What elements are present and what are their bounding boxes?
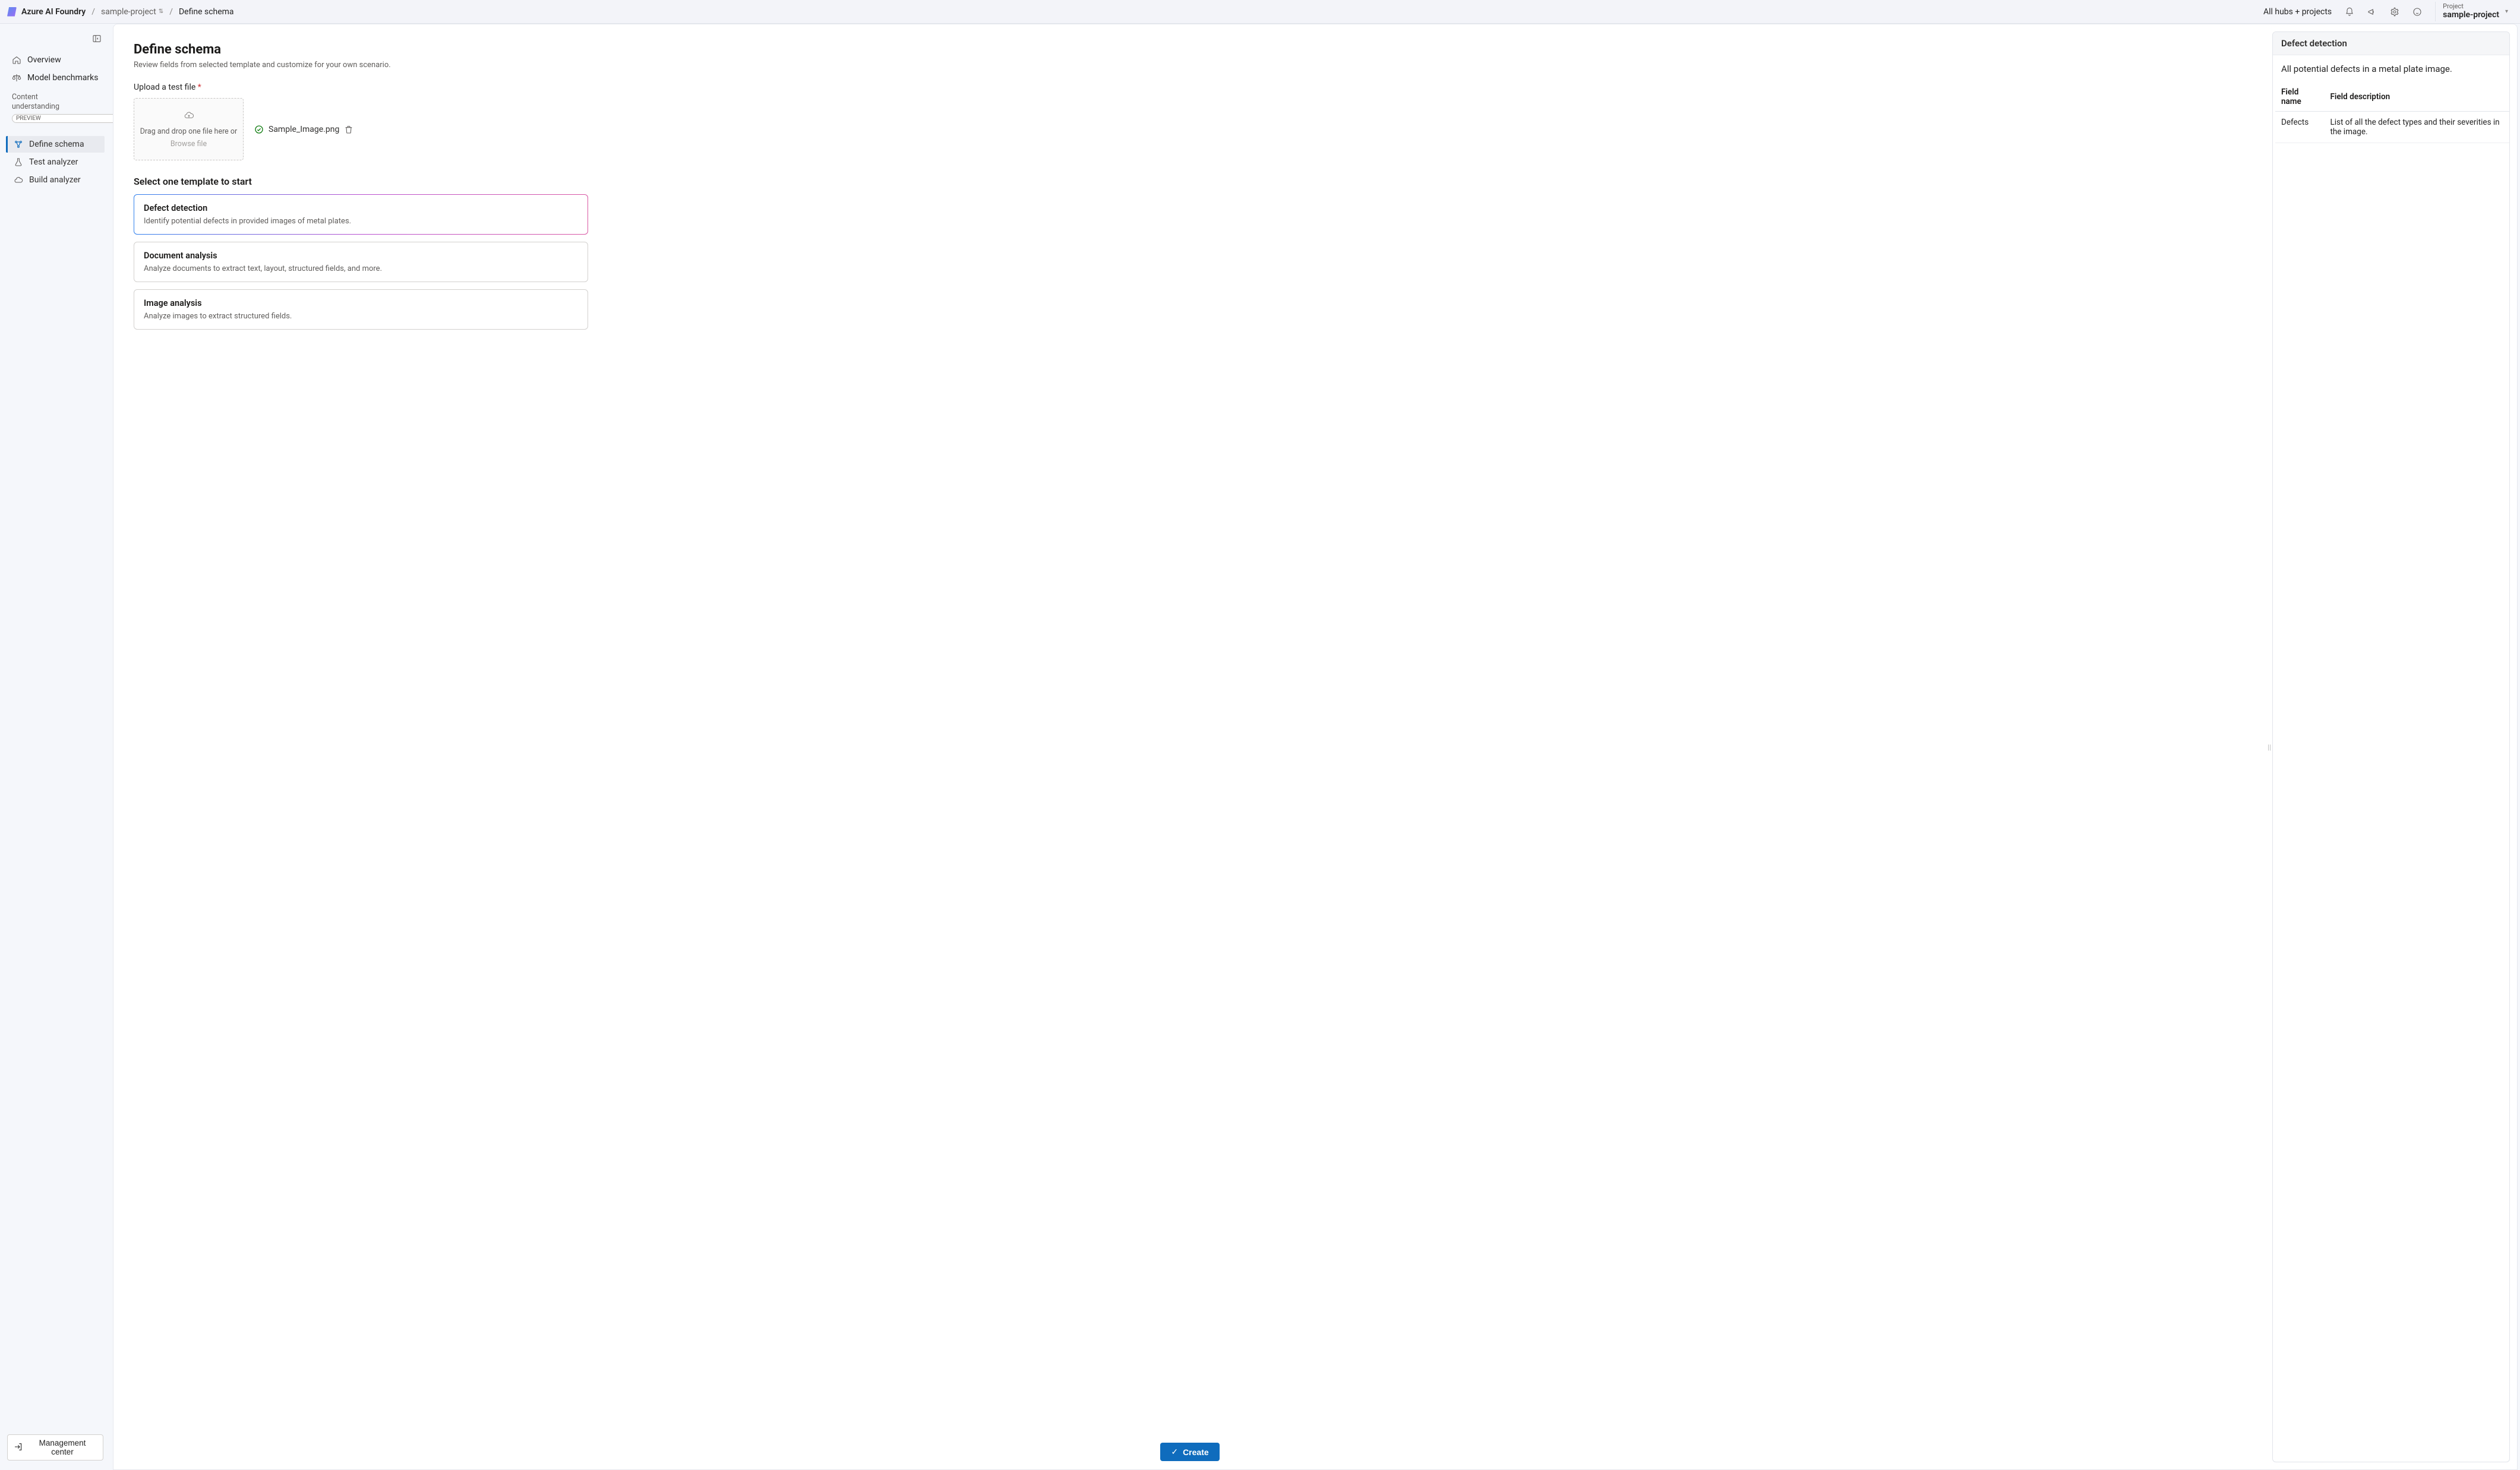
panel-splitter[interactable]: || [2266, 24, 2272, 1469]
template-title: Defect detection [144, 203, 578, 213]
page-title: Define schema [134, 42, 2246, 57]
table-row: DefectsList of all the defect types and … [2275, 112, 2510, 143]
sidebar-item-label: Overview [27, 55, 61, 65]
sidebar: Overview Model benchmarks Content unders… [0, 24, 113, 1470]
template-description: Identify potential defects in provided i… [144, 217, 578, 226]
preview-description: All potential defects in a metal plate i… [2273, 55, 2509, 79]
template-card[interactable]: Image analysis Analyze images to extract … [134, 289, 588, 330]
collapse-sidebar-button[interactable] [89, 31, 105, 46]
brand-name: Azure AI Foundry [21, 7, 86, 17]
preview-fields-table: Field name Field description DefectsList… [2275, 83, 2510, 143]
success-check-icon [254, 125, 264, 134]
chevron-updown-icon: ⇅ [159, 8, 163, 15]
sidebar-item-label: Test analyzer [29, 157, 78, 167]
page-subtitle: Review fields from selected template and… [134, 61, 2246, 69]
create-button-label: Create [1183, 1447, 1209, 1457]
flask-icon [14, 157, 23, 167]
brand[interactable]: Azure AI Foundry [7, 7, 86, 17]
project-switcher-value: sample-project [2443, 10, 2499, 20]
check-icon: ✓ [1171, 1447, 1178, 1457]
content-area: Define schema Review fields from selecte… [113, 24, 2266, 1469]
template-card[interactable]: Document analysis Analyze documents to ex… [134, 242, 588, 282]
sidebar-item-label: Define schema [29, 140, 84, 149]
schema-icon [14, 140, 23, 149]
brand-logo-icon [7, 7, 17, 17]
sidebar-item-label: Model benchmarks [27, 73, 98, 83]
sidebar-item-benchmarks[interactable]: Model benchmarks [6, 69, 105, 86]
sidebar-item-label: Build analyzer [29, 175, 81, 185]
breadcrumb-current: Define schema [179, 7, 234, 17]
template-title: Image analysis [144, 298, 578, 308]
management-center-button[interactable]: Management center [7, 1434, 103, 1460]
cell-field-name: Defects [2275, 112, 2324, 143]
col-field-desc: Field description [2324, 83, 2510, 112]
management-center-label: Management center [28, 1439, 97, 1456]
sidebar-item-overview[interactable]: Overview [6, 52, 105, 68]
dropzone-text: Drag and drop one file here or [140, 127, 238, 136]
sidebar-item-test-analyzer[interactable]: Test analyzer [6, 154, 105, 170]
file-dropzone[interactable]: Drag and drop one file here or Browse fi… [134, 98, 244, 160]
sidebar-item-define-schema[interactable]: Define schema [6, 136, 105, 153]
project-switcher[interactable]: Project sample-project ▾ [2435, 2, 2513, 21]
sidebar-group-content-understanding[interactable]: Content understanding PREVIEW ˄ [2, 87, 108, 135]
preview-panel: Defect detection All potential defects i… [2272, 31, 2510, 1462]
top-bar: Azure AI Foundry / sample-project ⇅ / De… [0, 0, 2520, 24]
breadcrumb-sep: / [169, 7, 173, 17]
chevron-down-icon: ▾ [2505, 8, 2508, 15]
cell-field-desc: List of all the defect types and their s… [2324, 112, 2510, 143]
browse-file-link[interactable]: Browse file [170, 140, 207, 148]
breadcrumb-sep: / [91, 7, 95, 17]
preview-title: Defect detection [2273, 32, 2509, 55]
exit-icon [14, 1442, 23, 1453]
upload-label: Upload a test file * [134, 83, 2246, 92]
template-description: Analyze images to extract structured fie… [144, 312, 578, 321]
breadcrumb-project[interactable]: sample-project ⇅ [101, 7, 163, 17]
uploaded-file-chip: Sample_Image.png [254, 125, 353, 134]
project-switcher-label: Project [2443, 3, 2499, 10]
announce-icon[interactable] [2364, 4, 2380, 20]
notifications-icon[interactable] [2341, 4, 2358, 20]
sidebar-item-build-analyzer[interactable]: Build analyzer [6, 172, 105, 188]
cloud-build-icon [14, 175, 23, 185]
upload-cloud-icon [182, 110, 195, 124]
col-field-name: Field name [2275, 83, 2324, 112]
home-icon [12, 55, 21, 65]
main-panel: Define schema Review fields from selecte… [113, 24, 2518, 1470]
all-hubs-link[interactable]: All hubs + projects [2263, 7, 2332, 17]
scales-icon [12, 73, 21, 83]
settings-icon[interactable] [2386, 4, 2403, 20]
delete-file-button[interactable] [344, 125, 353, 134]
template-card[interactable]: Defect detection Identify potential defec… [134, 194, 588, 235]
create-button[interactable]: ✓ Create [1160, 1443, 1219, 1461]
templates-heading: Select one template to start [134, 176, 2246, 187]
feedback-icon[interactable] [2409, 4, 2426, 20]
template-description: Analyze documents to extract text, layou… [144, 264, 578, 273]
template-title: Document analysis [144, 251, 578, 261]
uploaded-file-name: Sample_Image.png [269, 125, 339, 134]
